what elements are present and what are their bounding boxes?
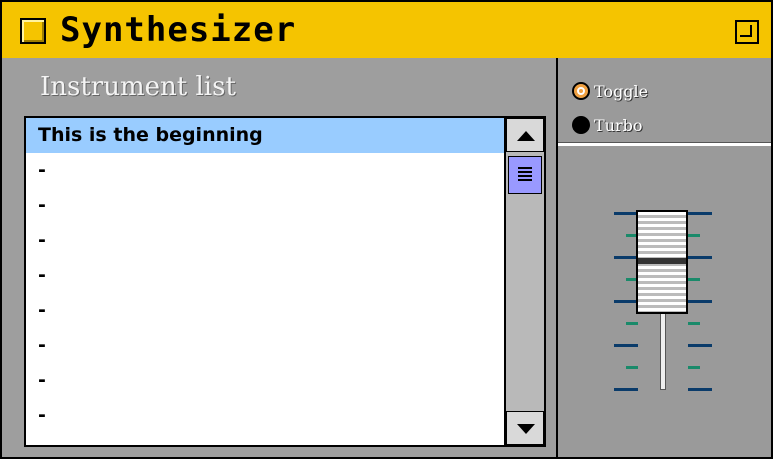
toggle-option[interactable]: Toggle: [572, 80, 648, 102]
slider-knob[interactable]: [636, 210, 688, 314]
slider-knob-grip: [638, 258, 686, 264]
slider-tick: [614, 300, 638, 303]
slider-tick: [688, 366, 700, 369]
turbo-label: Turbo: [594, 115, 643, 135]
slider-track[interactable]: [660, 306, 666, 390]
slider-tick: [688, 212, 712, 215]
scroll-up-arrow-icon[interactable]: [506, 118, 544, 152]
panel-divider: [558, 142, 771, 146]
list-item[interactable]: -: [26, 398, 504, 433]
slider-tick: [688, 234, 700, 237]
toggle-label: Toggle: [594, 81, 649, 101]
slider-tick: [688, 256, 712, 259]
vertical-scrollbar[interactable]: [504, 118, 544, 445]
turbo-option[interactable]: Turbo: [572, 114, 643, 136]
window-title: Synthesizer: [60, 10, 297, 50]
slider-tick: [626, 366, 638, 369]
slider-tick: [614, 388, 638, 391]
slider-tick: [614, 212, 638, 215]
zoom-box-button[interactable]: [735, 20, 759, 44]
list-item[interactable]: -: [26, 153, 504, 188]
list-items: This is the beginning - - - - - - - -: [26, 118, 504, 445]
slider-tick: [614, 256, 638, 259]
list-item[interactable]: -: [26, 223, 504, 258]
instrument-listbox[interactable]: This is the beginning - - - - - - - -: [24, 116, 546, 447]
slider-tick: [688, 388, 712, 391]
scroll-thumb[interactable]: [508, 156, 542, 194]
list-item[interactable]: -: [26, 293, 504, 328]
slider-tick: [626, 322, 638, 325]
instrument-panel: Instrument list This is the beginning - …: [2, 58, 558, 457]
slider-tick: [688, 300, 712, 303]
slider-tick: [688, 344, 712, 347]
list-item[interactable]: -: [26, 188, 504, 223]
slider-tick: [688, 322, 700, 325]
list-item[interactable]: -: [26, 363, 504, 398]
slider-tick: [614, 344, 638, 347]
list-item-selected[interactable]: This is the beginning: [26, 118, 504, 153]
turbo-radio-icon[interactable]: [572, 116, 590, 134]
synthesizer-window: Synthesizer Instrument list This is the …: [0, 0, 773, 459]
scroll-down-arrow-icon[interactable]: [506, 411, 544, 445]
controls-panel: Toggle Turbo: [558, 58, 771, 457]
title-bar[interactable]: Synthesizer: [2, 2, 771, 60]
list-item[interactable]: -: [26, 258, 504, 293]
slider-tick: [688, 278, 700, 281]
close-box-button[interactable]: [20, 18, 46, 44]
toggle-radio-icon[interactable]: [572, 82, 590, 100]
instrument-list-title: Instrument list: [40, 72, 236, 102]
list-item[interactable]: -: [26, 328, 504, 363]
volume-slider[interactable]: [608, 208, 718, 398]
